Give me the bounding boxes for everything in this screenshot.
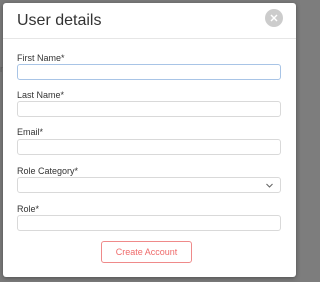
role-label: Role* xyxy=(17,204,40,214)
last-name-label: Last Name* xyxy=(17,90,65,100)
role-category-label: Role Category* xyxy=(17,166,79,176)
first-name-label: First Name* xyxy=(17,53,65,63)
first-name-input[interactable] xyxy=(17,64,281,80)
modal-header: User details xyxy=(3,3,296,39)
close-icon xyxy=(270,14,278,22)
user-details-modal: User details First Name* Last Name* Emai… xyxy=(3,3,296,277)
close-button[interactable] xyxy=(265,9,283,27)
role-category-select[interactable] xyxy=(17,177,281,193)
last-name-input[interactable] xyxy=(17,101,281,117)
role-input[interactable] xyxy=(17,215,281,231)
create-account-button[interactable]: Create Account xyxy=(101,241,192,263)
email-input[interactable] xyxy=(17,139,281,155)
email-label: Email* xyxy=(17,127,44,137)
modal-title: User details xyxy=(17,12,102,29)
chevron-down-icon xyxy=(266,183,273,188)
